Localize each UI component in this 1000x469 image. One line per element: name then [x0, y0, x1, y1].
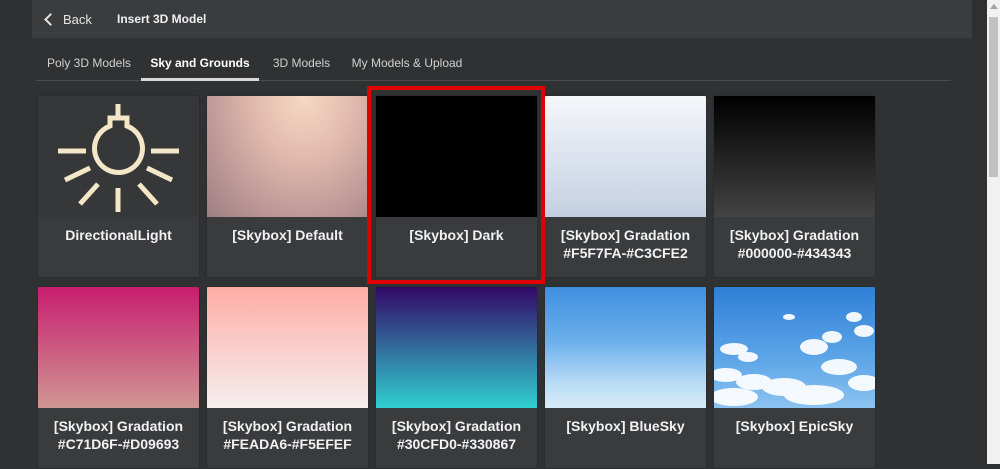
skybox-thumbnail [714, 96, 875, 217]
model-card-skybox-gradation-f5f7fa[interactable]: [Skybox] Gradation #F5F7FA-#C3CFE2 [544, 95, 707, 278]
model-card-skybox-default[interactable]: [Skybox] Default [206, 95, 369, 278]
model-card-skybox-bluesky[interactable]: [Skybox] BlueSky [544, 286, 707, 469]
tab-my-models-upload[interactable]: My Models & Upload [350, 50, 464, 78]
model-card-skybox-dark[interactable]: [Skybox] Dark [375, 95, 538, 278]
tab-bar: Poly 3D Models Sky and Grounds 3D Models… [36, 50, 951, 81]
top-bar: Back Insert 3D Model [0, 0, 987, 38]
card-label: [Skybox] Dark [409, 227, 504, 243]
back-label: Back [63, 11, 92, 27]
skybox-thumbnail [376, 287, 537, 408]
card-label: [Skybox] Gradation #30CFD0-#330867 [391, 418, 522, 452]
card-label: [Skybox] Gradation #FEADA6-#F5EFEF [222, 418, 353, 452]
model-card-skybox-gradation-c71d6f[interactable]: [Skybox] Gradation #C71D6F-#D09693 [37, 286, 200, 469]
card-label: [Skybox] Gradation #C71D6F-#D09693 [53, 418, 184, 452]
skybox-thumbnail [207, 96, 368, 217]
skybox-thumbnail [376, 96, 537, 217]
model-card-directional-light[interactable]: DirectionalLight [37, 95, 200, 278]
tab-poly-3d-models[interactable]: Poly 3D Models [42, 50, 136, 78]
card-label: [Skybox] BlueSky [566, 418, 685, 434]
back-button[interactable]: Back [44, 9, 92, 29]
skybox-thumbnail [207, 287, 368, 408]
skybox-thumbnail [38, 287, 199, 408]
scrollbar[interactable] [987, 0, 1000, 464]
card-label: DirectionalLight [65, 227, 172, 243]
lightbulb-icon [38, 96, 199, 217]
card-label: [Skybox] Gradation #000000-#434343 [729, 227, 860, 261]
chevron-left-icon [44, 13, 57, 26]
card-label: [Skybox] Default [232, 227, 343, 243]
page-title: Insert 3D Model [117, 12, 207, 26]
model-card-skybox-epicsky[interactable]: [Skybox] EpicSky [713, 286, 876, 469]
skybox-thumbnail [545, 287, 706, 408]
scrollbar-thumb[interactable] [989, 17, 998, 177]
skybox-thumbnail [714, 287, 875, 408]
model-card-skybox-gradation-30cfd0[interactable]: [Skybox] Gradation #30CFD0-#330867 [375, 286, 538, 469]
card-label: [Skybox] Gradation #F5F7FA-#C3CFE2 [560, 227, 691, 261]
card-label: [Skybox] EpicSky [735, 418, 854, 434]
scroll-up-arrow-icon[interactable] [990, 4, 998, 9]
model-card-skybox-gradation-feada6[interactable]: [Skybox] Gradation #FEADA6-#F5EFEF [206, 286, 369, 469]
tab-3d-models[interactable]: 3D Models [270, 50, 333, 78]
tab-sky-and-grounds[interactable]: Sky and Grounds [141, 50, 259, 81]
skybox-thumbnail [545, 96, 706, 217]
model-card-skybox-gradation-000000[interactable]: [Skybox] Gradation #000000-#434343 [713, 95, 876, 278]
